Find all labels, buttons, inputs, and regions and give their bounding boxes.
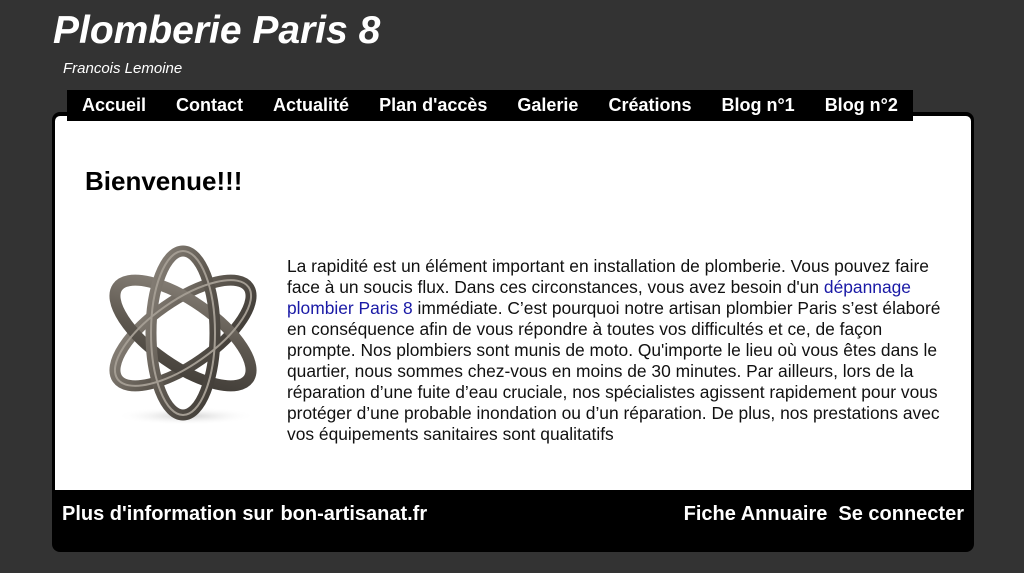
nav-item-contact[interactable]: Contact (176, 95, 243, 116)
site-title: Plomberie Paris 8 (53, 9, 381, 52)
footer-info: Plus d'information sur bon-artisanat.fr (62, 503, 427, 526)
nav-item-actualite[interactable]: Actualité (273, 95, 349, 116)
footer-site-link[interactable]: bon-artisanat.fr (280, 503, 427, 525)
main-nav: Accueil Contact Actualité Plan d'accès G… (67, 90, 913, 121)
nav-item-plan-acces[interactable]: Plan d'accès (379, 95, 487, 116)
fiche-annuaire-link[interactable]: Fiche Annuaire (684, 503, 828, 525)
login-link[interactable]: Se connecter (838, 503, 964, 525)
page-heading: Bienvenue!!! (85, 166, 243, 196)
footer-actions: Fiche Annuaire Se connecter (684, 503, 964, 526)
site-subtitle: Francois Lemoine (63, 60, 183, 77)
nav-item-accueil[interactable]: Accueil (82, 95, 146, 116)
knot-sculpture-image (109, 245, 257, 425)
footer-info-prefix: Plus d'information sur (62, 503, 274, 525)
nav-item-blog-1[interactable]: Blog n°1 (721, 95, 794, 116)
intro-paragraph: La rapidité est un élément important en … (287, 256, 947, 445)
intro-text-end: immédiate. C’est pourquoi notre artisan … (287, 298, 941, 444)
nav-item-blog-2[interactable]: Blog n°2 (825, 95, 898, 116)
nav-item-galerie[interactable]: Galerie (517, 95, 578, 116)
nav-item-creations[interactable]: Créations (608, 95, 691, 116)
